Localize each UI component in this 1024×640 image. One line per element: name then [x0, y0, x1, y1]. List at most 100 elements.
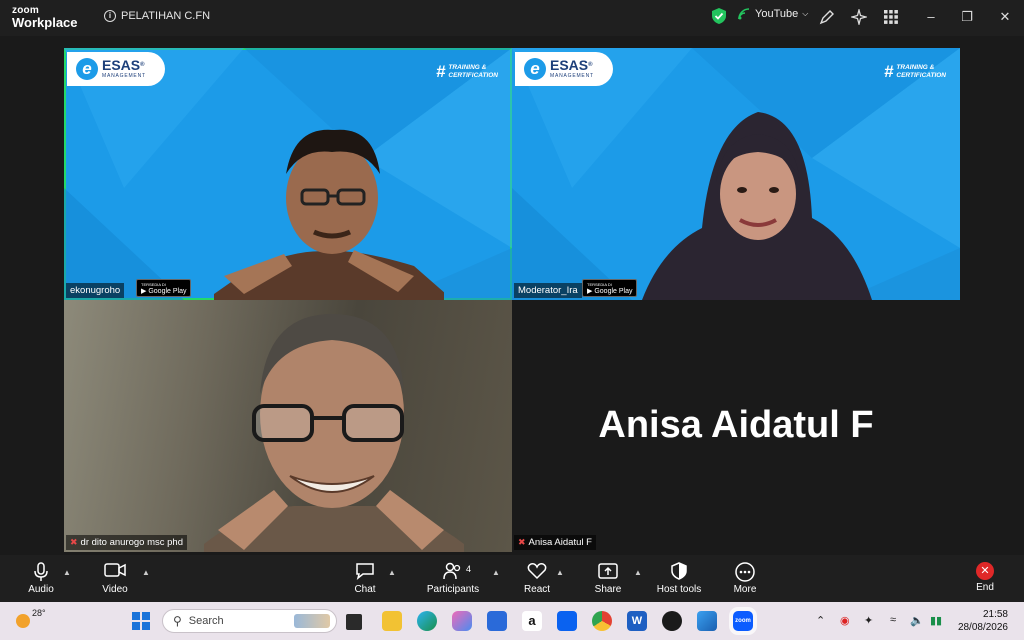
task-view-icon[interactable] — [346, 614, 362, 630]
react-button[interactable]: React — [508, 562, 566, 595]
gplay-main-text: Google Play — [148, 288, 187, 295]
close-button[interactable]: ✕ — [996, 8, 1014, 26]
apps-grid-button[interactable] — [882, 8, 900, 26]
audio-options-caret[interactable]: ▲ — [63, 568, 71, 577]
name-tag: ✖ dr dito anurogo msc phd — [66, 535, 187, 550]
participants-button[interactable]: Participants — [420, 562, 486, 595]
wifi-icon[interactable]: ≈ — [890, 614, 896, 626]
ai-companion-button[interactable] — [850, 8, 868, 26]
file-explorer-icon[interactable] — [382, 611, 402, 631]
audio-label: Audio — [28, 584, 54, 595]
media-player-icon[interactable] — [662, 611, 682, 631]
brand-line2: Workplace — [12, 15, 78, 30]
gplay-small-text: TERSEDIA DI — [141, 282, 166, 287]
play-triangle-icon: ▶ — [587, 288, 593, 295]
meeting-info-button[interactable]: i PELATIHAN C.FN — [104, 10, 210, 22]
video-label: Video — [102, 584, 128, 595]
share-options-caret[interactable]: ▲ — [634, 568, 642, 577]
zoom-window: zoom Workplace i PELATIHAN C.FN YouTube … — [0, 0, 1024, 640]
temperature: 28° — [32, 608, 46, 618]
meeting-name: PELATIHAN C.FN — [121, 10, 211, 22]
zoom-app-icon[interactable]: zoom — [733, 611, 753, 631]
chat-bubble-icon — [336, 562, 394, 582]
name-tag: Moderator_Ira — [514, 283, 582, 298]
share-button[interactable]: Share — [579, 562, 637, 595]
logo-sub-text: MANAGEMENT — [102, 72, 146, 79]
esas-logo: e ESAS® MANAGEMENT — [515, 52, 613, 86]
minimize-button[interactable]: – — [922, 8, 940, 26]
show-hidden-icons-chevron[interactable]: ⌃ — [816, 614, 825, 627]
start-button[interactable] — [132, 612, 150, 630]
photos-icon[interactable] — [697, 611, 717, 631]
people-icon — [420, 562, 486, 582]
chat-label: Chat — [354, 584, 376, 595]
chrome-icon[interactable] — [592, 611, 612, 631]
word-icon[interactable]: W — [627, 611, 647, 631]
speaker-icon[interactable]: 🔈 — [910, 614, 924, 627]
copilot-icon[interactable] — [452, 611, 472, 631]
restore-icon: ❐ — [961, 9, 973, 24]
gplay-small-text: TERSEDIA DI — [587, 282, 612, 287]
participant-name: Anisa Aidatul F — [528, 537, 592, 548]
participant-video-dr-dito — [194, 310, 474, 552]
video-tile-3[interactable]: ✖ dr dito anurogo msc phd — [64, 300, 512, 552]
mic-muted-icon: ✖ — [518, 537, 526, 547]
live-stream-youtube-button[interactable]: YouTube ⌵ — [738, 8, 808, 20]
battery-icon[interactable]: ▮▮ — [930, 614, 942, 627]
pen-sparkle-icon — [819, 10, 834, 25]
network-share-tray-icon[interactable]: ✦ — [864, 614, 873, 627]
logo-e-mark: e — [524, 58, 546, 80]
sparkle-icon — [851, 9, 867, 25]
close-icon: ✕ — [999, 9, 1011, 24]
annotate-pen-button[interactable] — [818, 8, 836, 26]
video-tile-2[interactable]: e ESAS® MANAGEMENT # TRAINING & CERTIFICA… — [512, 48, 960, 300]
video-button[interactable]: Video — [86, 562, 144, 595]
zoom-workplace-logo: zoom Workplace — [12, 5, 78, 30]
edge-icon[interactable] — [417, 611, 437, 631]
title-bar: zoom Workplace i PELATIHAN C.FN YouTube … — [0, 0, 1024, 36]
video-tile-4[interactable]: Anisa Aidatul F ✖ Anisa Aidatul F — [512, 300, 960, 552]
hash-symbol: # — [883, 62, 894, 81]
chevron-down-icon: ⌵ — [802, 9, 809, 18]
logo-main-text: ESAS — [102, 56, 141, 73]
participant-name: ekonugroho — [70, 285, 121, 296]
restore-button[interactable]: ❐ — [958, 8, 976, 26]
logo-e-mark: e — [76, 58, 98, 80]
react-options-caret[interactable]: ▲ — [556, 568, 564, 577]
more-label: More — [733, 584, 757, 595]
audio-button[interactable]: Audio — [12, 562, 70, 595]
video-tile-1[interactable]: e ESAS® MANAGEMENT # TRAINING & CERTIFICA… — [64, 48, 512, 300]
system-clock[interactable]: 21:58 28/08/2026 — [958, 608, 1008, 634]
video-options-caret[interactable]: ▲ — [142, 568, 150, 577]
tagline-line1: TRAINING & — [448, 64, 487, 71]
esas-logo: e ESAS® MANAGEMENT — [67, 52, 165, 86]
name-tag: ekonugroho — [66, 283, 125, 298]
tagline-line1: TRAINING & — [896, 64, 935, 71]
participant-name: dr dito anurogo msc phd — [80, 537, 183, 548]
participant-display-name: Anisa Aidatul F — [598, 404, 874, 446]
dropbox-icon[interactable] — [557, 611, 577, 631]
camera-icon — [86, 562, 144, 582]
chat-options-caret[interactable]: ▲ — [388, 568, 396, 577]
taskbar-search[interactable]: ⚲ Search — [162, 609, 337, 633]
more-button[interactable]: More — [716, 562, 774, 595]
google-play-badge: TERSEDIA DI ▶ Google Play — [136, 279, 192, 297]
encryption-shield[interactable] — [712, 8, 726, 24]
amazon-icon[interactable]: a — [522, 611, 542, 631]
store-icon[interactable] — [487, 611, 507, 631]
chat-button[interactable]: Chat — [336, 562, 394, 595]
react-label: React — [523, 584, 551, 595]
weather-widget[interactable]: 28° — [16, 608, 46, 628]
gplay-main-text: Google Play — [594, 288, 633, 295]
participants-options-caret[interactable]: ▲ — [492, 568, 500, 577]
host-tools-button[interactable]: Host tools — [648, 562, 710, 595]
antivirus-tray-icon[interactable]: ◉ — [840, 614, 850, 627]
end-meeting-button[interactable]: ✕ End — [956, 562, 1014, 593]
shield-check-icon — [712, 8, 726, 24]
google-play-badge: TERSEDIA DI ▶ Google Play — [582, 279, 638, 297]
host-shield-icon — [648, 562, 710, 582]
logo-reg-mark: ® — [588, 61, 593, 68]
clock-time: 21:58 — [982, 609, 1008, 620]
share-label: Share — [594, 584, 622, 595]
participants-label: Participants — [426, 584, 480, 595]
